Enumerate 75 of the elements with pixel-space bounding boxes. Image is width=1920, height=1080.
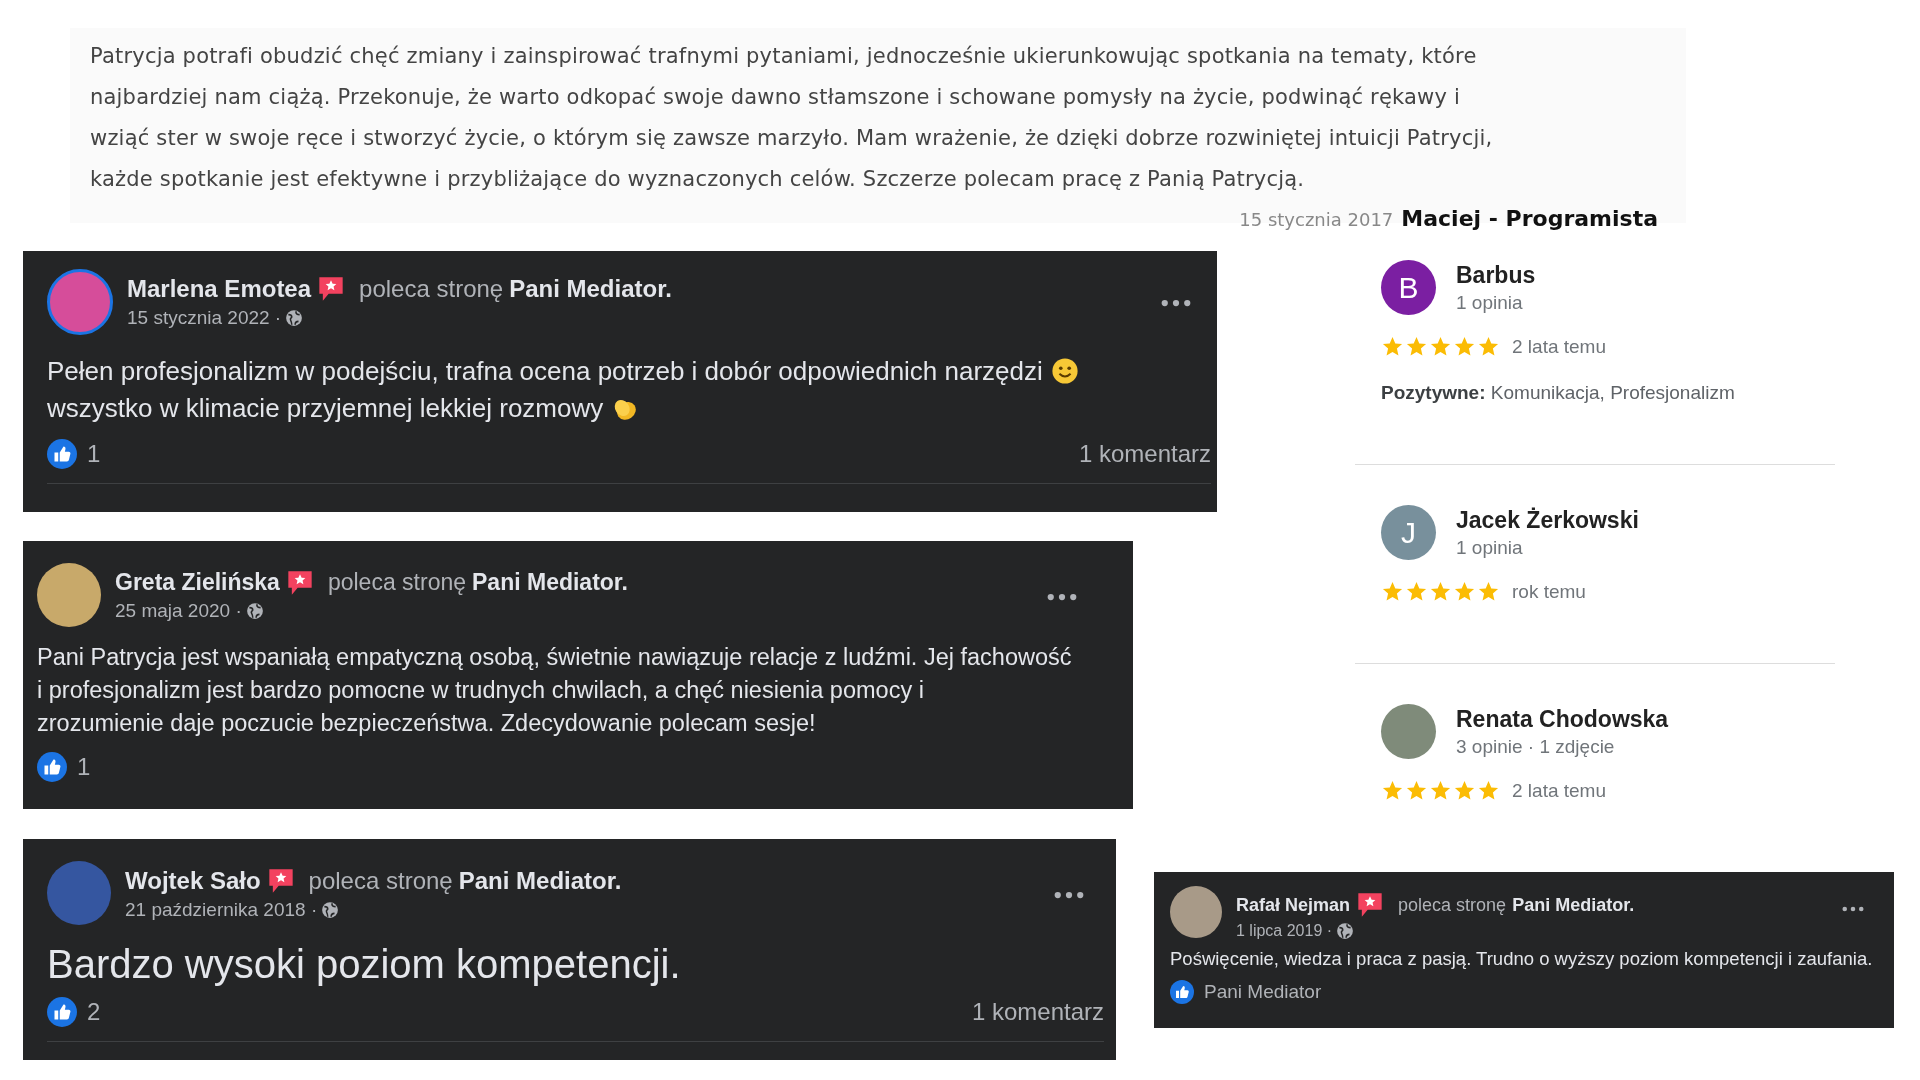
star-icon <box>1477 580 1500 603</box>
more-options-icon[interactable] <box>1047 593 1077 601</box>
globe-icon <box>285 309 304 327</box>
post-date[interactable]: 21 października 2018 · <box>125 899 318 921</box>
author-name[interactable]: Rafał Nejman <box>1236 894 1351 916</box>
like-icon <box>1170 980 1194 1004</box>
more-options-icon[interactable] <box>1842 906 1864 912</box>
recommend-text: poleca stronę <box>308 867 453 895</box>
recommend-icon <box>285 569 314 596</box>
recommend-text: poleca stronę <box>327 569 466 596</box>
reviewer-stats: 3 opinie · 1 zdjęcie <box>1456 735 1616 758</box>
comment-count[interactable]: 1 komentarz <box>971 998 1104 1026</box>
star-icon <box>1429 580 1452 603</box>
post-date[interactable]: 1 lipca 2019 · <box>1236 922 1333 940</box>
recommend-text: poleca stronę <box>1398 894 1507 916</box>
author-name[interactable]: Wojtek Sało <box>125 867 261 895</box>
avatar-placeholder <box>1381 704 1436 759</box>
star-icon <box>1477 779 1500 802</box>
page-link[interactable]: Pani Mediator. <box>472 569 628 596</box>
star-icon <box>1405 335 1428 358</box>
testimonial-text: Patrycja potrafi obudzić chęć zmiany i zainspirować trafnymi pytaniami, jednocześnie ukierunkowując spotkania na tematy, które najbardziej nam ciążą. Przekonuje, że warto odkopać swoje dawno stłamszone i schowane pomysły na życie, podwinąć rękawy i wziąć ster w swoje ręce i stworzyć życie, o którym się zawsze marzyło. Mam wrażenie, że dzięki dobrze rozwiniętej intuicji Patrycji, każde spotkanie jest efektywne i przybliżające do wyznaczonych celów. Szczerze polecam pracę z Panią Patrycją. <box>90 43 1494 193</box>
author-name[interactable]: Greta Zielińska <box>115 569 280 596</box>
review-time: 2 lata temu <box>1512 335 1606 358</box>
star-icon <box>1477 335 1500 358</box>
like-icon <box>47 997 77 1027</box>
star-icon <box>1429 779 1452 802</box>
letter-avatar: J <box>1381 505 1436 560</box>
star-icon <box>1381 779 1404 802</box>
author-name[interactable]: Marlena Emotea <box>127 275 312 303</box>
star-icon <box>1429 335 1452 358</box>
like-count[interactable]: 1 <box>87 440 101 468</box>
avatar-placeholder <box>1170 886 1222 938</box>
recommend-icon <box>1356 892 1385 918</box>
letter-avatar: B <box>1381 260 1436 315</box>
more-options-icon[interactable] <box>1054 891 1084 899</box>
page-link[interactable]: Pani Mediator. <box>509 275 672 303</box>
page-link[interactable]: Pani Mediator. <box>458 867 622 895</box>
post-text: Pani Patrycja jest wspaniałą empatyczną osobą, świetnie nawiązuje relacje z ludźmi. Jej fachowość i profesjonalizm jest bardzo pomocne w trudnych chwilach, a chęć niesienia pomocy i zrozumienie daje poczucie bezpieczeństwa. Zdecydowanie polecam sesje! <box>37 643 1073 738</box>
review-time: rok temu <box>1512 580 1586 603</box>
recommend-icon <box>266 868 295 894</box>
star-icon <box>1405 779 1428 802</box>
globe-icon <box>1336 922 1355 940</box>
post-date[interactable]: 25 maja 2020 · <box>115 600 242 622</box>
comment-count[interactable]: 1 komentarz <box>1078 440 1211 468</box>
testimonial-author: Maciej - Programista <box>1401 206 1658 231</box>
star-icon <box>1405 580 1428 603</box>
star-icon <box>1453 335 1476 358</box>
recommend-text: poleca stronę <box>359 275 504 303</box>
star-icon <box>1453 779 1476 802</box>
like-icon <box>47 439 77 469</box>
review-time: 2 lata temu <box>1512 779 1606 802</box>
smiley-icon <box>1050 357 1079 385</box>
post-text: Pełen profesjonalizm w podejściu, trafna ocena potrzeb i dobór odpowiednich narzędzi wszystko w klimacie przyjemnej lekkiej rozmowy <box>47 353 1211 427</box>
post-date[interactable]: 15 stycznia 2022 · <box>127 307 282 329</box>
star-icon <box>1381 335 1404 358</box>
review-positives: Pozytywne: Komunikacja, Profesjonalizm <box>1381 382 1736 404</box>
like-count[interactable]: 1 <box>77 753 91 781</box>
reviewer-name[interactable]: Jacek Żerkowski <box>1456 506 1639 534</box>
like-count[interactable]: Pani Mediator <box>1204 981 1322 1003</box>
reviewer-name[interactable]: Renata Chodowska <box>1456 705 1669 733</box>
post-text: Bardzo wysoki poziom kompetencji. <box>47 941 682 988</box>
reviewer-stats: 1 opinia <box>1456 536 1524 559</box>
post-text: Poświęcenie, wiedza i praca z pasją. Trudno o wyższy poziom kompetencji i zaufania. <box>1170 947 1874 971</box>
like-count[interactable]: 2 <box>87 998 101 1026</box>
globe-icon <box>321 901 340 919</box>
testimonial-date: 15 stycznia 2017 <box>1239 209 1394 230</box>
globe-icon <box>245 602 264 620</box>
recommend-icon <box>317 276 346 302</box>
star-icon <box>1381 580 1404 603</box>
reviewer-stats: 1 opinia <box>1456 291 1524 314</box>
more-options-icon[interactable] <box>1161 299 1191 307</box>
reviewer-name[interactable]: Barbus <box>1456 261 1536 289</box>
page-link[interactable]: Pani Mediator. <box>1512 894 1635 916</box>
star-icon <box>1453 580 1476 603</box>
like-icon <box>37 752 67 782</box>
